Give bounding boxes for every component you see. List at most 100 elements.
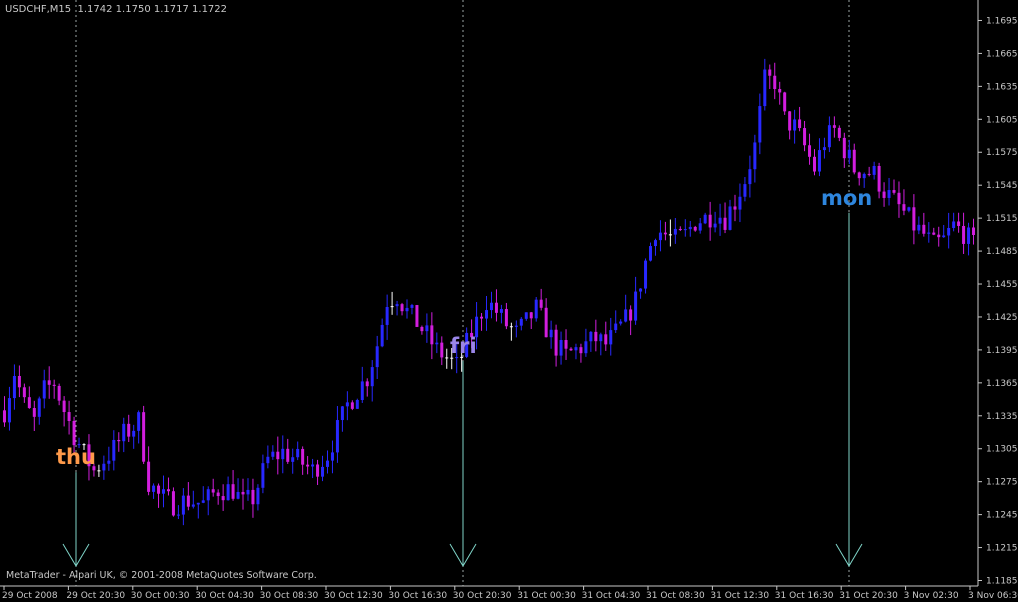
candle-body bbox=[415, 305, 419, 327]
candle-body bbox=[629, 309, 633, 321]
axes bbox=[0, 0, 979, 587]
candle-body bbox=[147, 461, 151, 492]
candle-body bbox=[246, 489, 250, 495]
candle-body bbox=[216, 492, 220, 497]
y-tick-label: 1.1425 bbox=[986, 313, 1018, 323]
candle-body bbox=[812, 156, 816, 172]
candle-body bbox=[47, 380, 51, 385]
candle-body bbox=[678, 228, 682, 231]
candle-body bbox=[400, 304, 404, 312]
candle-body bbox=[514, 325, 518, 327]
candle-body bbox=[97, 470, 101, 472]
y-tick-label: 1.1485 bbox=[986, 247, 1018, 257]
y-tick-label: 1.1575 bbox=[986, 148, 1018, 158]
candle-body bbox=[539, 299, 543, 308]
y-tick-label: 1.1335 bbox=[986, 412, 1018, 422]
candle-body bbox=[22, 387, 26, 398]
candle-body bbox=[723, 217, 727, 230]
x-tick-label: 3 Nov 06:30 bbox=[968, 591, 1018, 601]
candle-body bbox=[967, 227, 971, 244]
x-tick-label: 30 Oct 12:30 bbox=[324, 591, 383, 601]
candle-body bbox=[703, 214, 707, 224]
candle-body bbox=[355, 400, 359, 409]
y-tick-label: 1.1275 bbox=[986, 478, 1018, 488]
candle-body bbox=[380, 324, 384, 347]
candle-body bbox=[713, 223, 717, 228]
x-tick-label: 31 Oct 12:30 bbox=[710, 591, 769, 601]
y-tick-label: 1.1665 bbox=[986, 49, 1018, 59]
y-tick-label: 1.1215 bbox=[986, 544, 1018, 554]
candle-body bbox=[286, 448, 290, 462]
candle-body bbox=[211, 489, 215, 493]
y-ticks: 1.1695 1.1665 1.1635 1.1605 1.1575 1.1545 1.15… bbox=[978, 16, 1018, 587]
candle-body bbox=[663, 232, 667, 235]
x-tick-label: 31 Oct 16:30 bbox=[775, 591, 834, 601]
candle-body bbox=[117, 439, 121, 442]
candle-body bbox=[236, 491, 240, 499]
ohlc-label: 1.1742 1.1750 1.1717 1.1722 bbox=[77, 4, 228, 15]
candle-body bbox=[186, 495, 190, 507]
y-tick-label: 1.1185 bbox=[986, 577, 1018, 587]
candle-body bbox=[405, 307, 409, 312]
day-label-thu: thu bbox=[56, 445, 96, 469]
candle-body bbox=[132, 430, 136, 437]
candles bbox=[2, 58, 976, 526]
x-tick-label: 31 Oct 04:30 bbox=[582, 591, 641, 601]
candle-body bbox=[226, 484, 230, 501]
candle-body bbox=[524, 312, 528, 319]
candle-body bbox=[753, 142, 757, 170]
y-tick-label: 1.1515 bbox=[986, 214, 1018, 224]
candle-body bbox=[445, 357, 449, 359]
candle-body bbox=[897, 192, 901, 205]
candle-body bbox=[549, 329, 553, 338]
x-tick-label: 30 Oct 00:30 bbox=[131, 591, 190, 601]
candle-body bbox=[375, 346, 379, 368]
day-label-fri: fri bbox=[450, 334, 477, 358]
candle-body bbox=[718, 217, 722, 224]
candle-body bbox=[480, 316, 484, 319]
day-labels: thu fri mon bbox=[56, 186, 872, 469]
candle-body bbox=[365, 381, 369, 387]
candle-body bbox=[291, 457, 295, 462]
candle-body bbox=[385, 307, 389, 325]
candle-body bbox=[504, 309, 508, 327]
x-tick-label: 30 Oct 20:30 bbox=[453, 591, 512, 601]
candle-body bbox=[17, 375, 21, 388]
candle-body bbox=[296, 448, 300, 458]
candle-body bbox=[57, 385, 61, 401]
candle-body bbox=[634, 291, 638, 321]
candle-body bbox=[589, 331, 593, 342]
candle-body bbox=[127, 423, 131, 437]
candle-body bbox=[942, 235, 946, 238]
candle-body bbox=[301, 448, 305, 465]
candle-body bbox=[872, 165, 876, 175]
candle-body bbox=[768, 69, 772, 76]
candle-body bbox=[614, 323, 618, 331]
candle-body bbox=[743, 184, 747, 197]
candle-body bbox=[932, 232, 936, 235]
candle-body bbox=[335, 420, 339, 453]
candle-body bbox=[485, 310, 489, 319]
candle-body bbox=[440, 342, 444, 358]
candle-body bbox=[609, 330, 613, 345]
candle-body bbox=[32, 408, 36, 417]
candle-body bbox=[166, 489, 170, 492]
candle-body bbox=[788, 111, 792, 131]
candle-body bbox=[887, 190, 891, 198]
candle-body bbox=[137, 412, 141, 431]
candle-body bbox=[688, 226, 692, 230]
candle-body bbox=[673, 228, 677, 235]
candle-body bbox=[867, 173, 871, 175]
x-tick-label: 30 Oct 04:30 bbox=[195, 591, 254, 601]
candle-body bbox=[12, 375, 16, 399]
candle-body bbox=[181, 495, 185, 515]
candle-body bbox=[112, 439, 116, 461]
candle-body bbox=[793, 119, 797, 131]
candle-body bbox=[803, 128, 807, 146]
x-tick-label: 31 Oct 20:30 bbox=[839, 591, 898, 601]
candle-body bbox=[162, 489, 166, 494]
footer-copyright: MetaTrader - Alpari UK, © 2001-2008 Meta… bbox=[6, 570, 317, 581]
x-tick-label: 30 Oct 08:30 bbox=[260, 591, 319, 601]
candle-body bbox=[509, 326, 513, 328]
candle-body bbox=[658, 232, 662, 241]
